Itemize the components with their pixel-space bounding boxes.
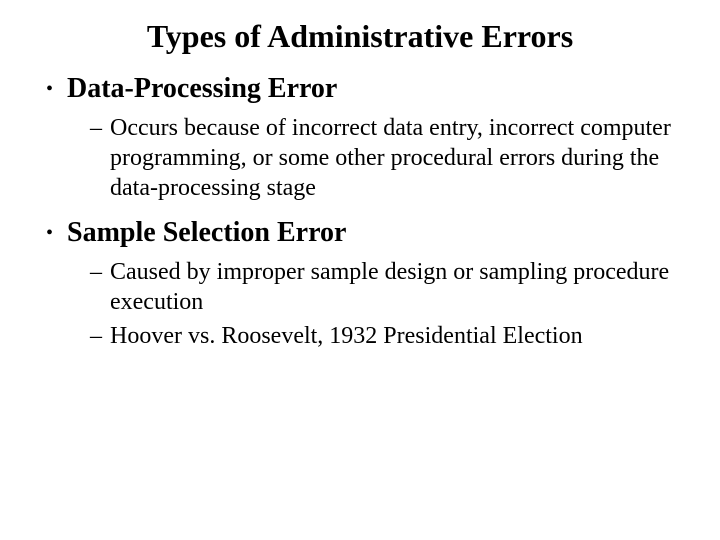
bullet-list: • Data-Processing Error – Occurs because…: [36, 73, 684, 351]
dash-icon: –: [90, 321, 102, 351]
dash-icon: –: [90, 257, 102, 287]
list-item: • Data-Processing Error – Occurs because…: [36, 73, 684, 203]
list-item: – Caused by improper sample design or sa…: [90, 257, 684, 317]
bullet-icon: •: [46, 217, 53, 249]
bullet-icon: •: [46, 73, 53, 105]
level1-label: Data-Processing Error: [67, 73, 337, 105]
slide-title: Types of Administrative Errors: [36, 18, 684, 55]
dash-icon: –: [90, 113, 102, 143]
level1-row: • Data-Processing Error: [36, 73, 684, 105]
level1-label: Sample Selection Error: [67, 217, 346, 249]
level2-text: Caused by improper sample design or samp…: [110, 257, 684, 317]
list-item: – Occurs because of incorrect data entry…: [90, 113, 684, 203]
level1-row: • Sample Selection Error: [36, 217, 684, 249]
sub-list: – Caused by improper sample design or sa…: [36, 257, 684, 351]
level2-text: Occurs because of incorrect data entry, …: [110, 113, 684, 203]
list-item: – Hoover vs. Roosevelt, 1932 Presidentia…: [90, 321, 684, 351]
level2-text: Hoover vs. Roosevelt, 1932 Presidential …: [110, 321, 583, 351]
list-item: • Sample Selection Error – Caused by imp…: [36, 217, 684, 351]
sub-list: – Occurs because of incorrect data entry…: [36, 113, 684, 203]
